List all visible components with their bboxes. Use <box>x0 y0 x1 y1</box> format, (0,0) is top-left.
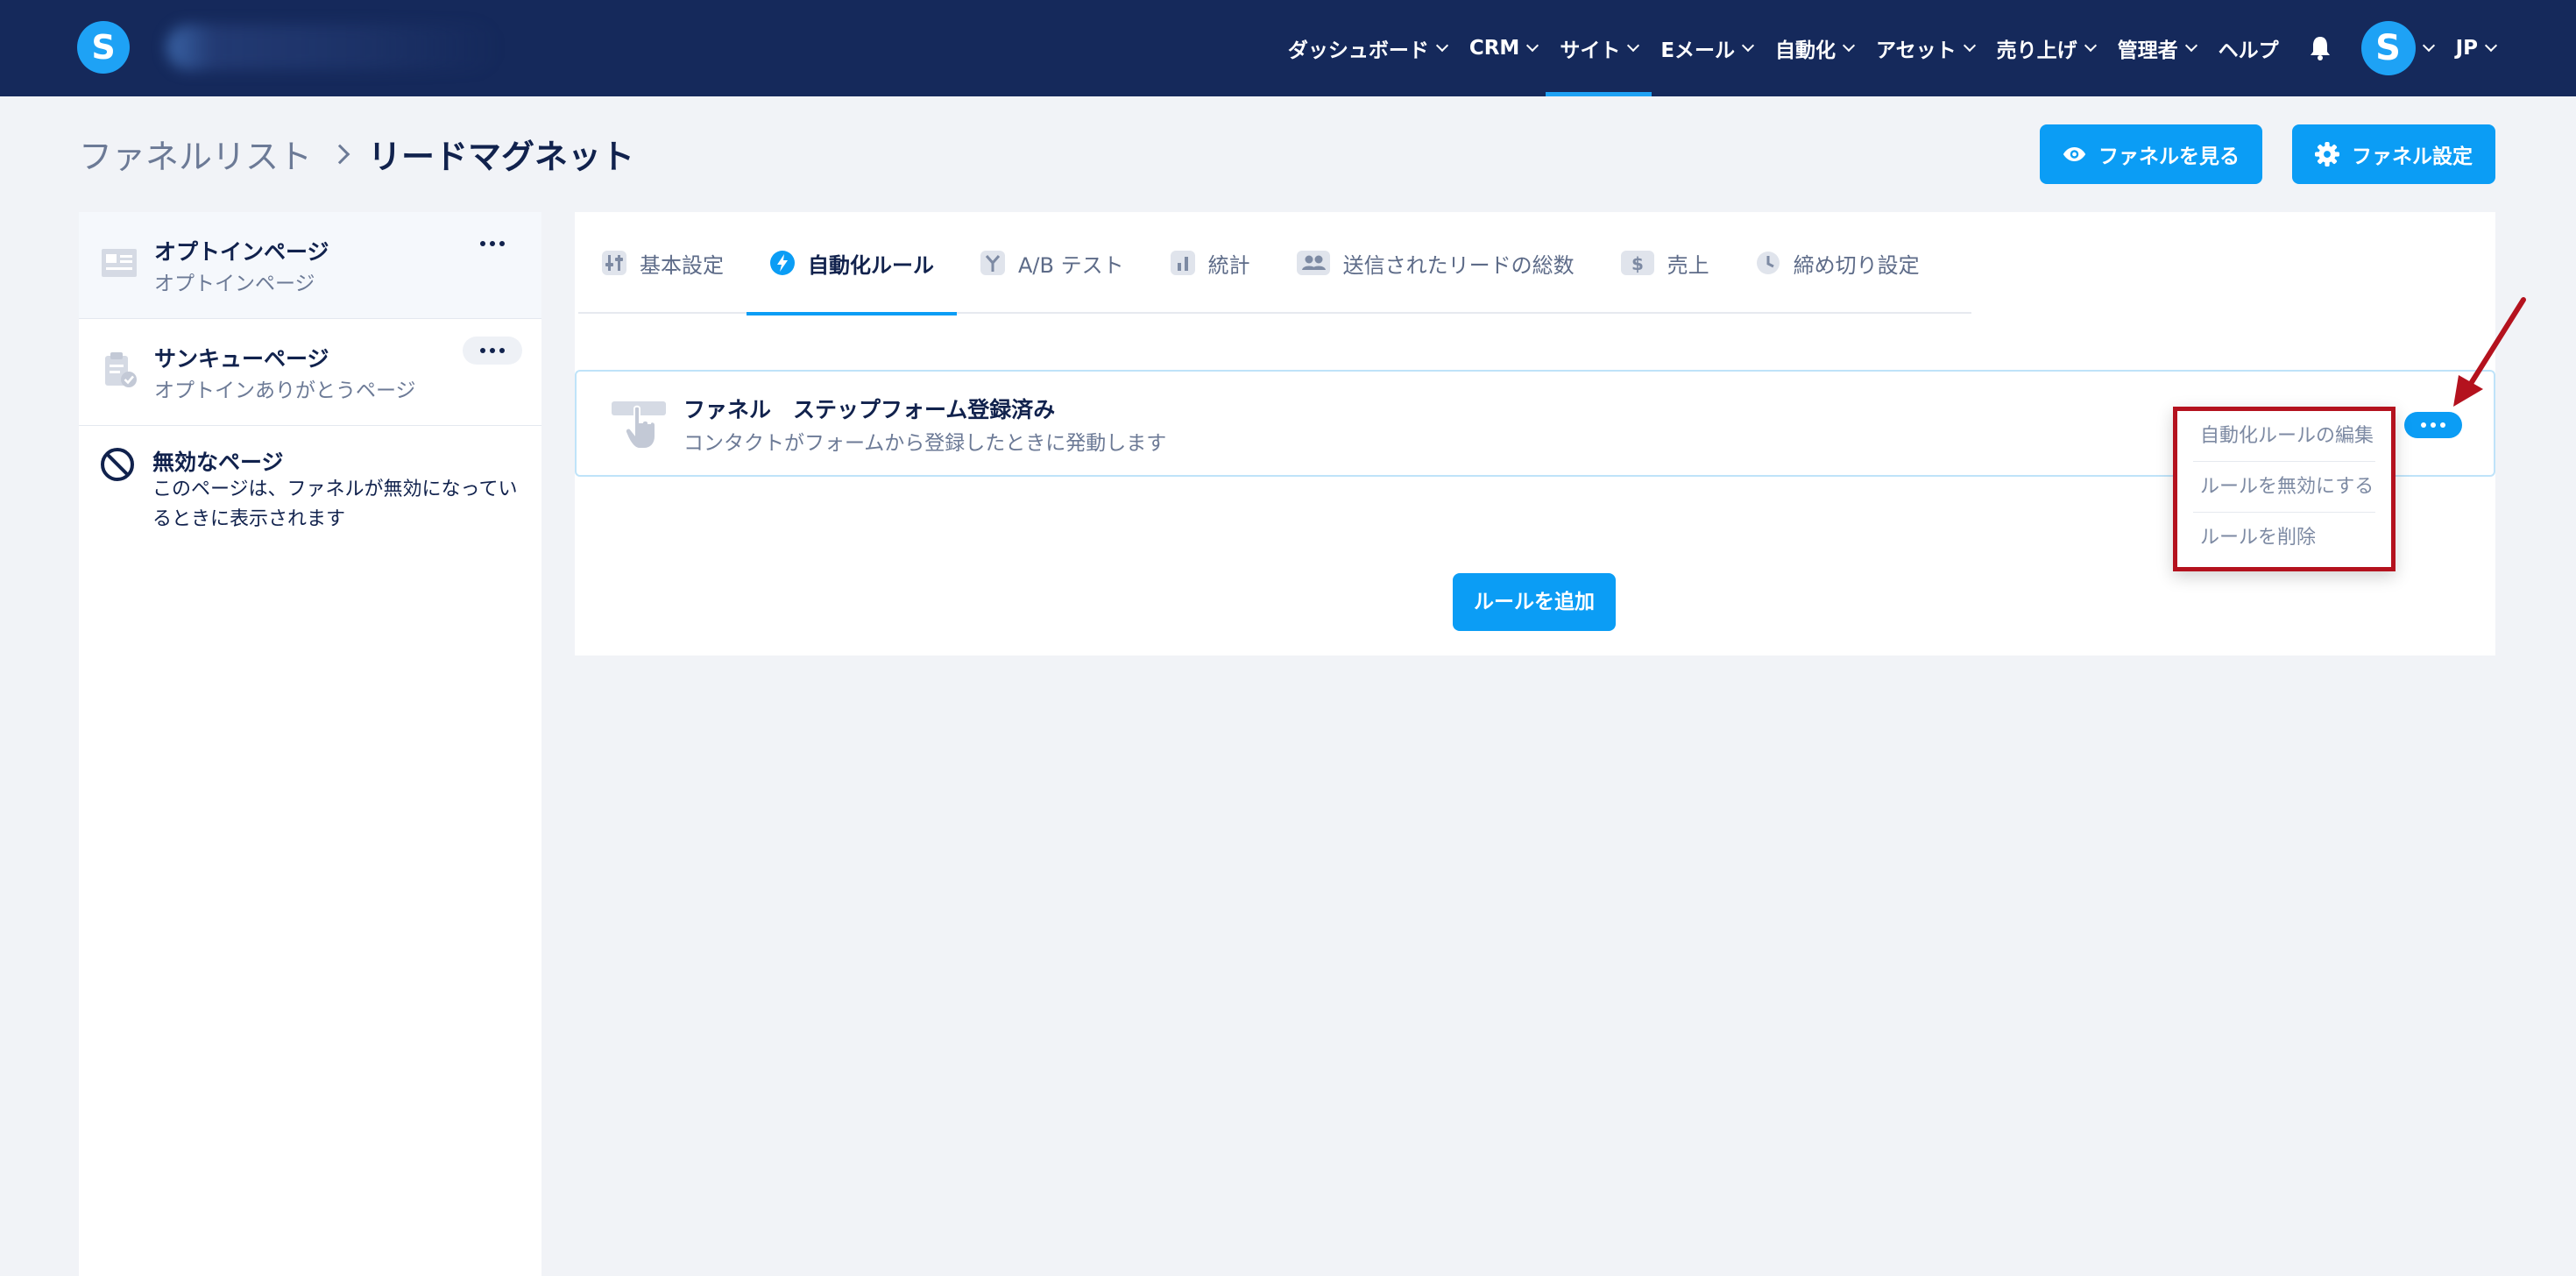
nav-item-assets[interactable]: アセット <box>1872 0 1978 96</box>
sidebar-item-thankyou-page[interactable]: サンキューページ オプトインありがとうページ <box>79 319 541 426</box>
menu-item-disable-rule[interactable]: ルールを無効にする <box>2193 462 2375 513</box>
nav-item-automation[interactable]: 自動化 <box>1772 0 1857 96</box>
split-icon <box>980 251 1005 275</box>
chevron-down-icon <box>1963 39 1976 53</box>
nav-item-label: 自動化 <box>1775 39 1836 62</box>
tab-sales[interactable]: $ 売上 <box>1597 212 1732 314</box>
menu-item-edit-rule[interactable]: 自動化ルールの編集 <box>2193 411 2375 462</box>
breadcrumb: ファネルリスト リードマグネット <box>79 130 634 178</box>
nav-item-label: 管理者 <box>2117 39 2178 62</box>
page-layout-icon <box>102 249 137 277</box>
tab-ab-test[interactable]: A/B テスト <box>957 212 1147 314</box>
tab-label: 自動化ルール <box>808 252 934 278</box>
view-funnel-button[interactable]: ファネルを見る <box>2040 124 2262 184</box>
clipboard-check-icon <box>105 352 137 387</box>
nav-item-label: ダッシュボード <box>1287 39 1429 62</box>
tab-total-leads[interactable]: 送信されたリードの総数 <box>1273 212 1597 314</box>
tab-label: 送信されたリードの総数 <box>1342 252 1575 278</box>
top-navigation: S ダッシュボード CRM サイト Eメール 自動化 アセット 売り上げ 管理者… <box>0 0 2576 96</box>
prohibited-icon <box>101 448 134 481</box>
sidebar-item-subtitle: オプトインありがとうページ <box>154 379 416 402</box>
user-menu[interactable]: S <box>2358 0 2437 96</box>
sidebar-item-title: サンキューページ <box>154 346 329 372</box>
rule-description: コンタクトがフォームから登録したときに発動します <box>683 432 1167 455</box>
tab-label: A/B テスト <box>1018 252 1124 278</box>
rule-title: ファネル ステップフォーム登録済み <box>683 397 1056 422</box>
funnel-steps-sidebar: オプトインページ オプトインページ サンキューページ オプトインありがとうページ… <box>79 212 541 1276</box>
bell-icon[interactable] <box>2309 35 2332 61</box>
rule-more-options-button[interactable] <box>2404 412 2462 438</box>
eye-icon <box>2063 147 2086 161</box>
nav-item-email[interactable]: Eメール <box>1657 0 1756 96</box>
chevron-down-icon <box>2422 39 2435 53</box>
avatar: S <box>2360 21 2416 75</box>
add-rule-button[interactable]: ルールを追加 <box>1453 573 1616 631</box>
chevron-down-icon <box>1435 39 1448 53</box>
svg-text:$: $ <box>1631 253 1644 274</box>
chevron-down-icon <box>2184 39 2197 53</box>
nav-item-label: サイト <box>1560 39 1621 62</box>
tab-label: 基本設定 <box>640 252 724 278</box>
tab-deadline-settings[interactable]: 締め切り設定 <box>1732 212 1943 314</box>
tab-label: 統計 <box>1207 252 1250 278</box>
language-selector[interactable]: JP <box>2452 0 2499 96</box>
nav-item-admin[interactable]: 管理者 <box>2114 0 2199 96</box>
sidebar-item-subtitle: オプトインページ <box>154 273 315 295</box>
sidebar-item-disabled-page[interactable]: 無効なページ このページは、ファネルが無効になっているときに表示されます <box>79 426 541 557</box>
clock-icon <box>1756 252 1780 274</box>
dollar-icon: $ <box>1620 251 1654 275</box>
tab-label: 締め切り設定 <box>1793 252 1920 278</box>
menu-item-delete-rule[interactable]: ルールを削除 <box>2193 513 2375 564</box>
account-name-blurred[interactable] <box>166 25 499 70</box>
gear-icon <box>2315 142 2339 167</box>
chevron-down-icon <box>2084 39 2097 53</box>
chevron-down-icon <box>2484 39 2498 53</box>
tab-bar: 基本設定 自動化ルール A/B テスト 統計 送信されたリードの総数 $ 売上 … <box>578 212 1971 315</box>
rule-options-menu: 自動化ルールの編集 ルールを無効にする ルールを削除 <box>2173 407 2396 571</box>
annotation-arrow-icon <box>2453 297 2526 407</box>
language-label: JP <box>2455 37 2478 60</box>
nav-item-label: Eメール <box>1660 39 1736 62</box>
logo[interactable]: S <box>77 21 130 74</box>
chevron-down-icon <box>1842 39 1856 53</box>
more-options-button[interactable] <box>463 230 522 258</box>
chevron-down-icon <box>1741 39 1755 53</box>
funnel-settings-label: ファネル設定 <box>2352 145 2473 168</box>
view-funnel-label: ファネルを見る <box>2098 145 2240 168</box>
tab-label: 売上 <box>1667 252 1709 278</box>
tab-automation-rules[interactable]: 自動化ルール <box>747 212 957 315</box>
tab-basic-settings[interactable]: 基本設定 <box>578 212 747 314</box>
tab-statistics[interactable]: 統計 <box>1147 212 1273 314</box>
sidebar-item-optin-page[interactable]: オプトインページ オプトインページ <box>79 212 541 319</box>
nav-item-help[interactable]: ヘルプ <box>2215 0 2282 96</box>
sidebar-item-title: 無効なページ <box>152 450 284 475</box>
nav-item-label: アセット <box>1876 39 1957 62</box>
page-title: リードマグネット <box>368 138 635 176</box>
more-options-button[interactable] <box>463 337 522 365</box>
sidebar-item-title: オプトインページ <box>154 239 329 265</box>
breadcrumb-parent-link[interactable]: ファネルリスト <box>79 130 312 178</box>
nav-item-label: CRM <box>1468 37 1520 60</box>
chevron-down-icon <box>1526 39 1539 53</box>
bar-chart-icon <box>1170 251 1195 275</box>
chevron-down-icon <box>1627 39 1640 53</box>
lightning-icon <box>770 251 795 275</box>
chevron-right-icon <box>329 144 350 164</box>
nav-item-crm[interactable]: CRM <box>1466 0 1540 96</box>
nav-item-sales[interactable]: 売り上げ <box>1993 0 2098 96</box>
funnel-settings-button[interactable]: ファネル設定 <box>2292 124 2495 184</box>
nav-item-site[interactable]: サイト <box>1546 0 1652 96</box>
form-click-icon <box>612 401 666 450</box>
sliders-icon <box>602 251 626 275</box>
nav-item-dashboard[interactable]: ダッシュボード <box>1284 0 1450 96</box>
users-icon <box>1296 251 1330 275</box>
sidebar-item-description: このページは、ファネルが無効になっているときに表示されます <box>152 478 518 530</box>
nav-item-label: ヘルプ <box>2218 39 2279 62</box>
nav-menu: ダッシュボード CRM サイト Eメール 自動化 アセット 売り上げ 管理者 ヘ… <box>1284 0 2499 96</box>
nav-item-label: 売り上げ <box>1996 39 2077 62</box>
